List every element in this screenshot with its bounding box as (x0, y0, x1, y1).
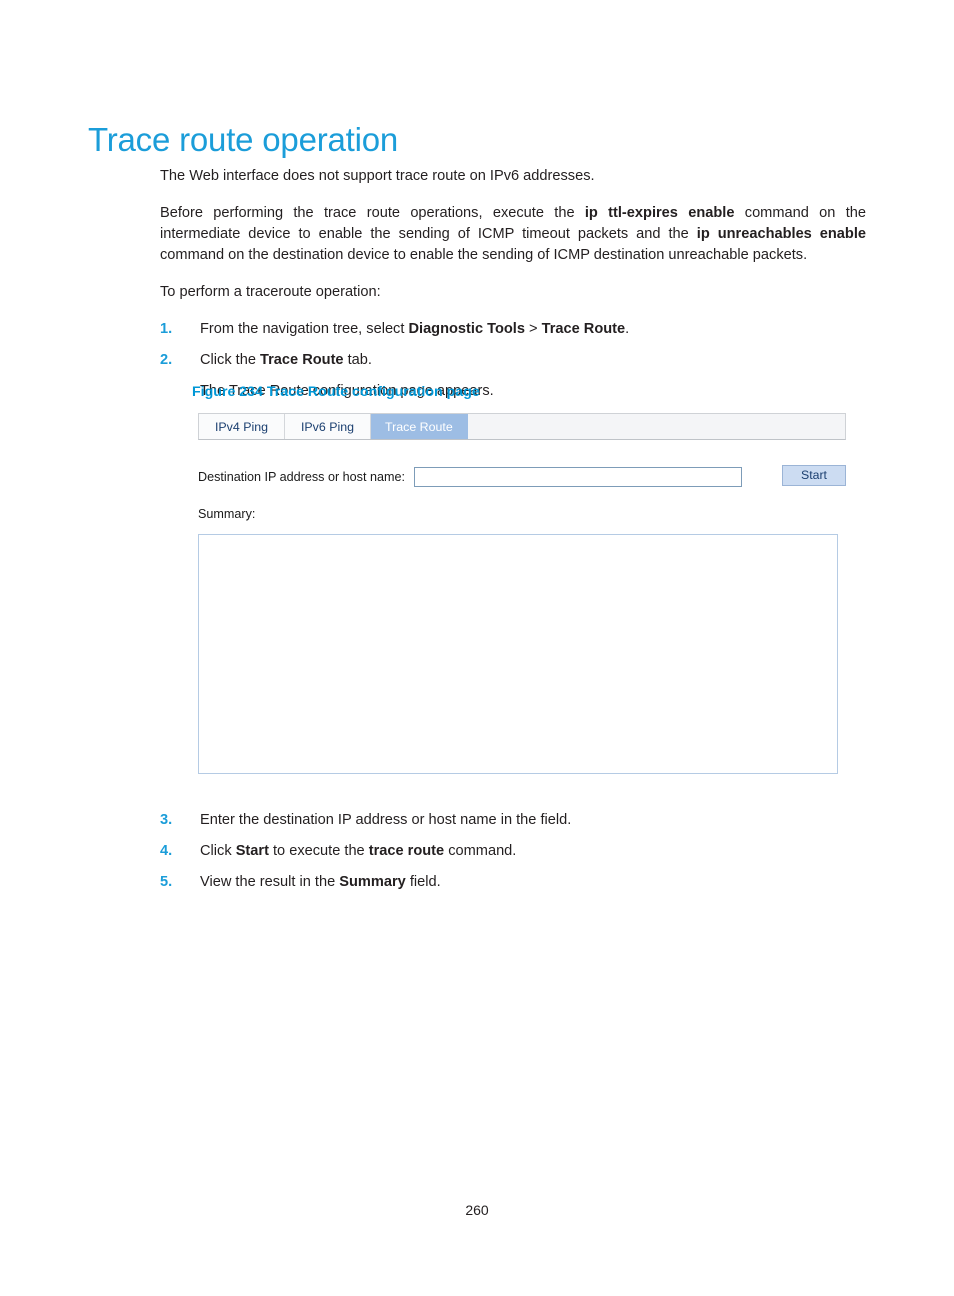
destination-label: Destination IP address or host name: (198, 470, 405, 484)
body-content: The Web interface does not support trace… (160, 166, 866, 414)
list-item: 5. View the result in the Summary field. (160, 872, 866, 893)
before-text-1: Before performing the trace route operat… (160, 205, 585, 221)
step-bold-start: Start (235, 843, 269, 859)
step-bold-summary: Summary (339, 874, 406, 890)
to-perform-paragraph: To perform a traceroute operation: (160, 284, 381, 300)
step-number: 2. (160, 352, 173, 368)
list-item: 4. Click Start to execute the trace route… (160, 841, 866, 862)
list-item: 2. Click the Trace Route tab. (160, 350, 866, 371)
document-page: Trace route operation The Web interface … (0, 0, 954, 1296)
list-item: 1. From the navigation tree, select Diagn… (160, 319, 866, 340)
before-text-3: command on the destination device to ena… (160, 247, 808, 263)
step-text-3: . (625, 321, 630, 337)
intro-paragraph: The Web interface does not support trace… (160, 168, 595, 184)
tab-ipv6-ping[interactable]: IPv6 Ping (285, 414, 371, 439)
destination-form-row: Destination IP address or host name: Sta… (198, 465, 846, 488)
tab-bar-filler (467, 414, 845, 439)
step-text-2: tab. (343, 352, 372, 368)
destination-input[interactable] (413, 467, 742, 487)
step-number: 1. (160, 321, 173, 337)
list-item: 3. Enter the destination IP address or ho… (160, 810, 866, 831)
summary-label: Summary: (198, 507, 256, 521)
step-bold-trace-route-cmd: trace route (368, 843, 445, 859)
page-number: 260 (465, 1202, 489, 1218)
step-text-1: Enter the destination IP address or host… (200, 812, 572, 828)
tab-trace-route[interactable]: Trace Route (371, 414, 468, 439)
page-title: Trace route operation (88, 121, 399, 159)
command-ip-ttl-expires-enable: ip ttl-expires enable (584, 205, 735, 221)
tab-label: Trace Route (385, 419, 453, 434)
step-number: 4. (160, 843, 173, 859)
step-bold-trace-route-tab: Trace Route (260, 352, 344, 368)
step-text-1: From the navigation tree, select (200, 321, 409, 337)
tab-label: IPv6 Ping (300, 419, 355, 434)
step-bold-diagnostic-tools: Diagnostic Tools (408, 321, 525, 337)
step-text-1: Click the (200, 352, 261, 368)
steps-list-bottom: 3. Enter the destination IP address or ho… (160, 810, 866, 903)
step-bold-trace-route: Trace Route (541, 321, 626, 337)
figure-caption: Figure 234 Trace Route configuration pag… (192, 384, 480, 400)
tab-bar: IPv4 Ping IPv6 Ping Trace Route (198, 413, 846, 440)
step-text-3: command. (444, 843, 517, 859)
before-paragraph: Before performing the trace route operat… (160, 203, 866, 266)
step-number: 5. (160, 874, 173, 890)
tab-label: IPv4 Ping (214, 419, 269, 434)
step-text-1: View the result in the (200, 874, 340, 890)
step-number: 3. (160, 812, 173, 828)
step-text-2: field. (405, 874, 441, 890)
step-text-1: Click (200, 843, 236, 859)
step-text-2: > (524, 321, 542, 337)
step-text-2: to execute the (268, 843, 369, 859)
summary-textarea[interactable] (198, 534, 838, 774)
figure-trace-route-config: IPv4 Ping IPv6 Ping Trace Route Destinat… (198, 413, 846, 774)
start-button[interactable]: Start (782, 465, 846, 486)
command-ip-unreachables-enable: ip unreachables enable (696, 226, 867, 242)
tab-ipv4-ping[interactable]: IPv4 Ping (199, 414, 285, 439)
